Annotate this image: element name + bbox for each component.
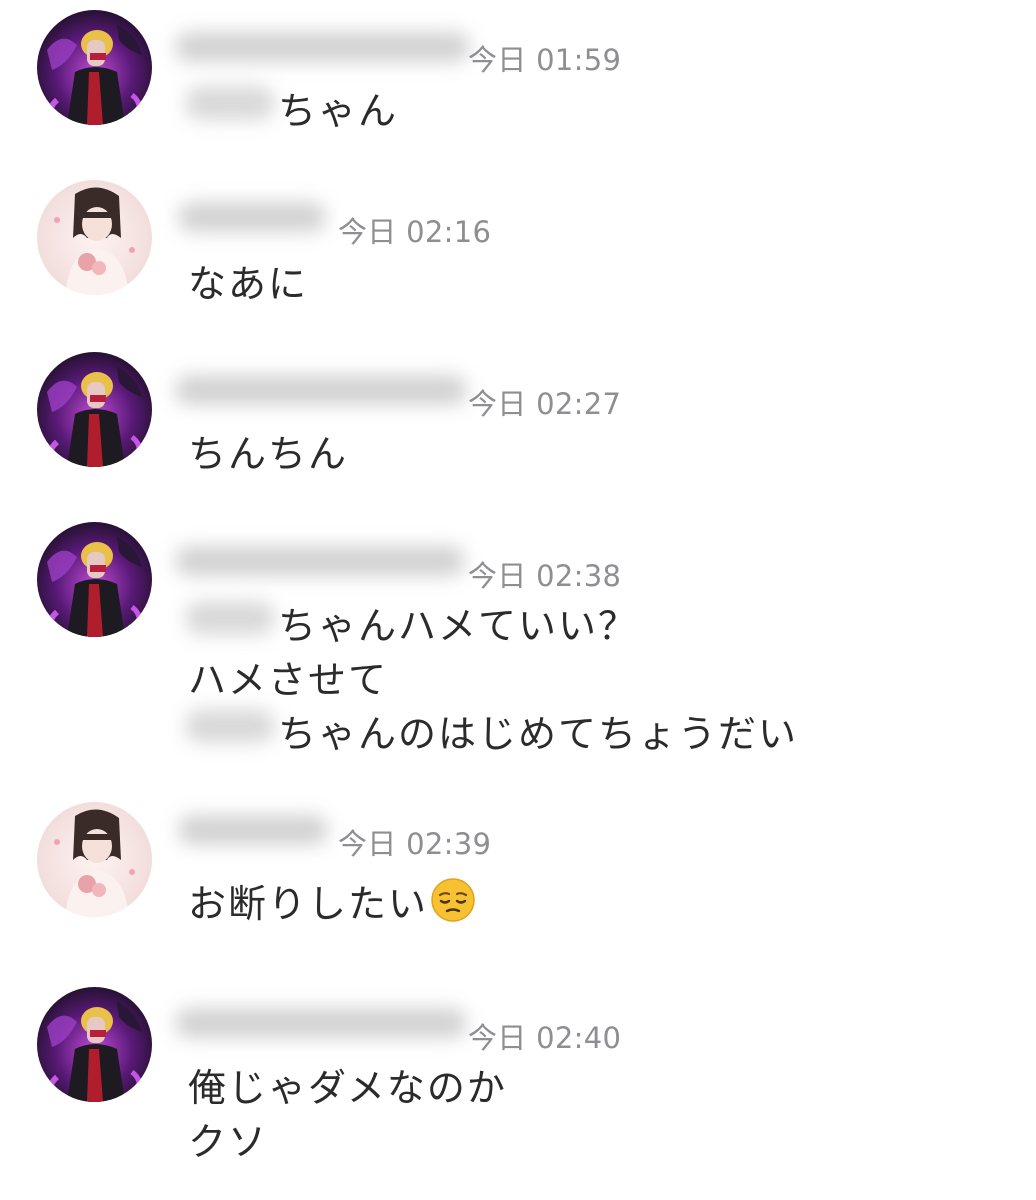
user-avatar-pink[interactable] [37,802,152,917]
message-timestamp: 今日 02:16 [338,215,492,249]
message-text: ちんちん [188,432,349,476]
message-text: ちゃん [278,89,399,133]
message-timestamp: 今日 02:38 [468,559,622,593]
user-avatar-pink[interactable] [37,180,152,295]
sender-name-redacted [175,1008,467,1038]
message-text: ちゃんのはじめてちょうだい [278,712,799,756]
message-text: 俺じゃダメなのか [188,1066,507,1110]
message-timestamp: 今日 01:59 [468,43,622,77]
message-text: お断りしたい [188,873,476,932]
redacted-text [185,601,275,635]
sender-name-redacted [178,202,326,232]
message-timestamp: 今日 02:39 [338,827,492,861]
pensive-face-emoji [430,877,476,932]
redacted-text [185,86,275,120]
message-text: クソ [188,1120,269,1164]
message-text-content: お断りしたい [188,882,429,926]
sender-name-redacted [175,32,470,62]
message-text: ハメさせて [188,658,389,702]
message-text: なあに [188,262,309,306]
user-avatar-purple[interactable] [37,522,152,637]
message-timestamp: 今日 02:27 [468,387,622,421]
redacted-text [185,709,275,743]
sender-name-redacted [175,375,467,405]
user-avatar-purple[interactable] [37,352,152,467]
sender-name-redacted [178,815,328,845]
user-avatar-purple[interactable] [37,987,152,1102]
chat-log: 今日 01:59 ちゃん 今日 02:16 なあに 今日 02:27 ちんちん … [0,0,1036,1200]
message-text: ちゃんハメていい？ [278,604,639,648]
sender-name-redacted [175,546,465,576]
message-timestamp: 今日 02:40 [468,1021,622,1055]
user-avatar-purple[interactable] [37,10,152,125]
